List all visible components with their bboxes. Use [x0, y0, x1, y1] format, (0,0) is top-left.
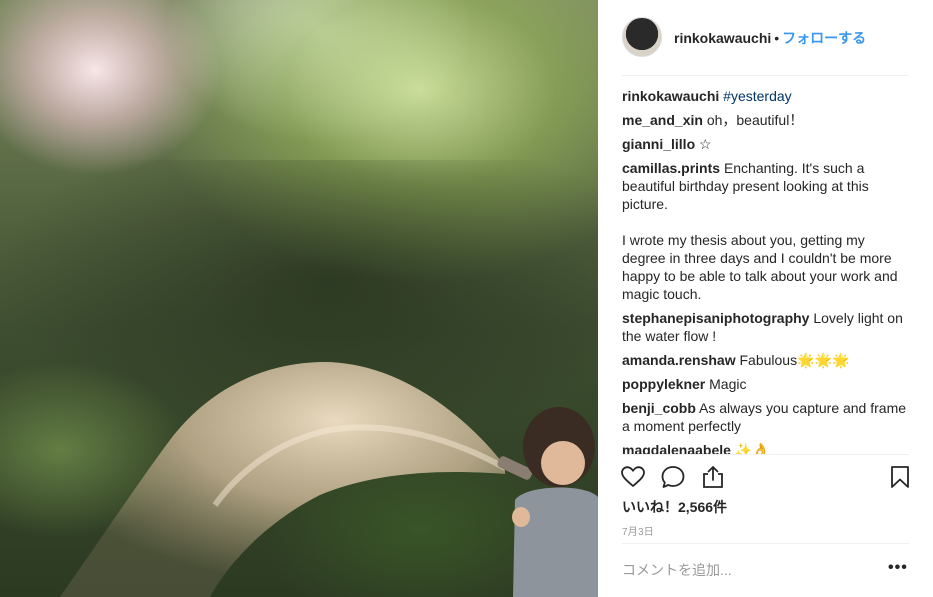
input-divider	[622, 543, 909, 544]
comment-username[interactable]: rinkokawauchi	[622, 88, 719, 104]
comment-username[interactable]: stephanepisaniphotography	[622, 310, 809, 326]
share-icon[interactable]	[700, 464, 726, 490]
comment-username[interactable]: amanda.renshaw	[622, 352, 736, 368]
comment-username[interactable]: gianni_lillo	[622, 136, 695, 152]
comments-divider	[622, 454, 909, 455]
comment-username[interactable]: camillas.prints	[622, 160, 720, 176]
comment-text: Fabulous🌟🌟🌟	[739, 352, 850, 368]
comment-username[interactable]: poppylekner	[622, 376, 705, 392]
header-divider	[622, 75, 909, 76]
comment-item: stephanepisaniphotography Lovely light o…	[622, 309, 912, 345]
comment-username[interactable]: benji_cobb	[622, 400, 696, 416]
follow-button[interactable]: フォローする	[782, 30, 866, 46]
heart-icon[interactable]	[620, 464, 646, 490]
post-side-panel: rinkokawauchi • フォローする rinkokawauchi #yest…	[598, 0, 933, 597]
post-date[interactable]: 7月3日	[622, 523, 654, 538]
post-header: rinkokawauchi • フォローする	[598, 0, 933, 75]
comment-input[interactable]	[622, 558, 882, 582]
comment-item: poppylekner Magic	[622, 375, 912, 393]
header-separator: •	[774, 30, 780, 46]
comment-username[interactable]: me_and_xin	[622, 112, 703, 128]
comment-item: magdalenaabele ✨👌	[622, 441, 912, 454]
comment-item: gianni_lillo ☆	[622, 135, 912, 153]
comment-username[interactable]: magdalenaabele	[622, 442, 731, 454]
comment-text: Enchanting. It's such a beautiful birthd…	[622, 160, 898, 302]
comment-text: ✨👌	[734, 442, 770, 454]
comment-text: oh，beautiful！	[706, 112, 804, 128]
comment-bubble-icon[interactable]	[660, 464, 686, 490]
post-photo[interactable]	[0, 0, 598, 597]
comment-text: ☆	[699, 136, 712, 152]
action-bar	[598, 458, 933, 498]
bookmark-icon[interactable]	[887, 464, 913, 490]
post-header-text: rinkokawauchi • フォローする	[674, 28, 866, 48]
avatar[interactable]	[622, 17, 662, 57]
comment-item: me_and_xin oh，beautiful！	[622, 111, 912, 129]
caption: rinkokawauchi #yesterday	[622, 87, 912, 105]
author-username[interactable]: rinkokawauchi	[674, 30, 771, 46]
caption-hashtag[interactable]: #yesterday	[723, 88, 791, 104]
comments-list[interactable]: rinkokawauchi #yesterday me_and_xin oh，b…	[622, 87, 912, 454]
comment-text: Magic	[709, 376, 747, 392]
comment-item: amanda.renshaw Fabulous🌟🌟🌟	[622, 351, 912, 369]
comment-item: benji_cobb As always you capture and fra…	[622, 399, 912, 435]
likes-count[interactable]: いいね！2,566件	[622, 497, 727, 517]
child-figure	[512, 407, 598, 597]
more-options-button[interactable]: •••	[888, 560, 908, 579]
comment-item: camillas.prints Enchanting. It's such a …	[622, 159, 912, 303]
